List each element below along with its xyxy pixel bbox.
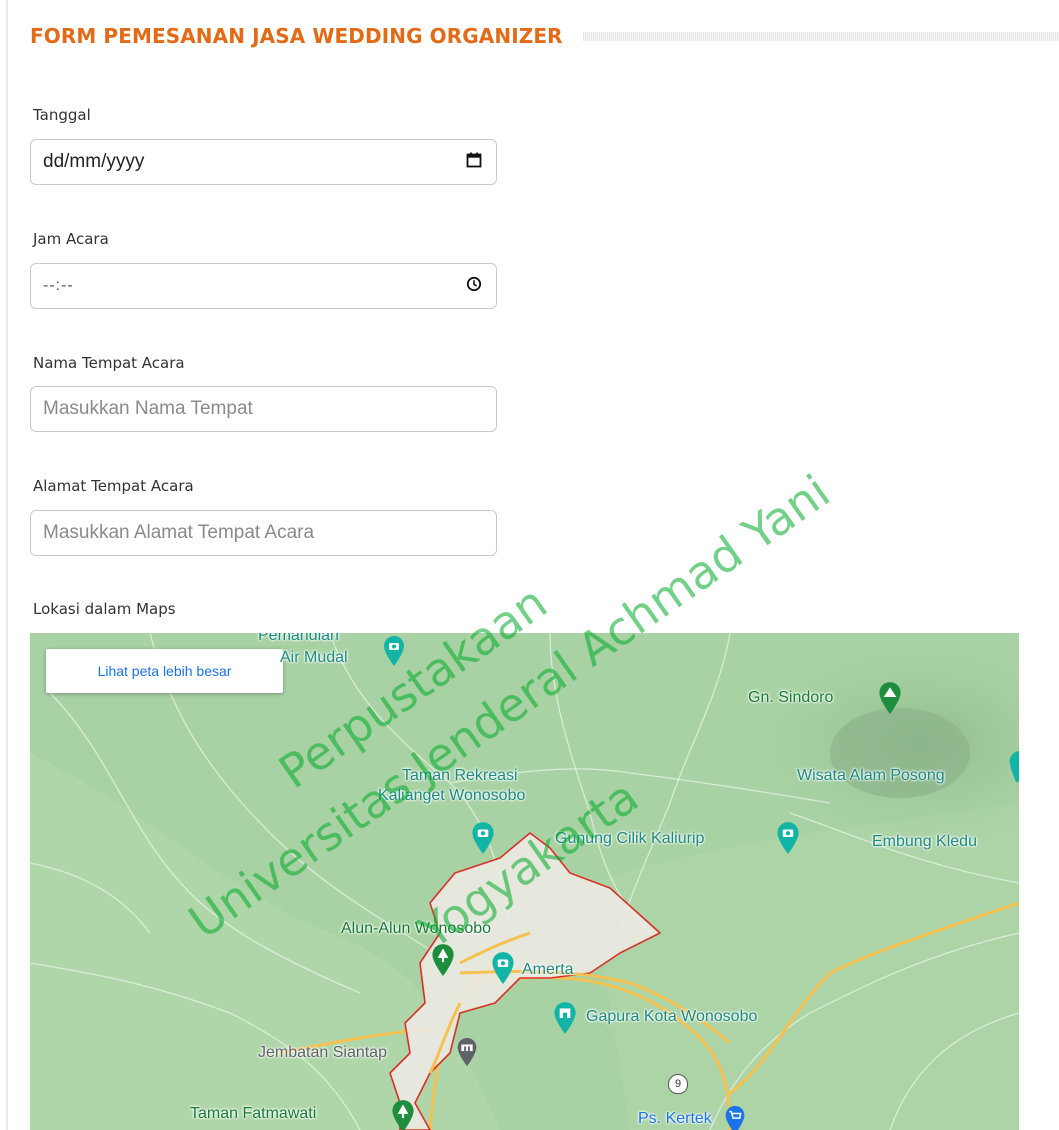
camera-poi-icon[interactable] xyxy=(1009,749,1019,783)
gapura-label: Gapura Kota Wonosobo xyxy=(586,1008,758,1025)
map-embed[interactable]: Lihat peta lebih besar 9 Pemandian Air M… xyxy=(30,633,1019,1130)
alamat-tempat-input[interactable] xyxy=(43,522,482,544)
camera-poi-icon[interactable] xyxy=(470,821,496,855)
alamat-tempat-label: Alamat Tempat Acara xyxy=(33,477,194,495)
gn-sindoro-label: Gn. Sindoro xyxy=(748,689,834,706)
tanggal-date-input[interactable]: dd/mm/yyyy xyxy=(30,139,497,185)
jam-acara-label: Jam Acara xyxy=(33,230,109,248)
camera-poi-icon[interactable] xyxy=(490,951,516,985)
landmark-poi-icon[interactable] xyxy=(552,1001,578,1035)
map-terrain xyxy=(30,633,1019,1130)
taman-rekreasi-label: Taman Rekreasi xyxy=(402,767,518,784)
wisata-alam-posong-label: Wisata Alam Posong xyxy=(797,767,945,784)
camera-poi-icon[interactable] xyxy=(775,821,801,855)
amerta-label: Amerta xyxy=(522,961,574,978)
camera-poi-icon[interactable] xyxy=(382,635,406,667)
view-larger-map-button[interactable]: Lihat peta lebih besar xyxy=(46,649,283,693)
tanggal-label: Tanggal xyxy=(33,106,91,124)
park-poi-icon[interactable] xyxy=(430,943,456,977)
alun-alun-label: Alun-Alun Wonosobo xyxy=(341,920,492,937)
clock-icon[interactable] xyxy=(466,276,482,297)
form-title: FORM PEMESANAN JASA WEDDING ORGANIZER xyxy=(30,24,563,48)
pemandian-label: Pemandian xyxy=(258,633,339,644)
nama-tempat-field[interactable] xyxy=(30,386,497,432)
embung-kledu-label: Embung Kledu xyxy=(872,833,977,850)
bridge-poi-icon[interactable] xyxy=(455,1037,479,1067)
park-poi-icon[interactable] xyxy=(390,1099,416,1130)
taman-fatmawati-label: Taman Fatmawati xyxy=(190,1105,317,1122)
nama-tempat-input[interactable] xyxy=(43,398,482,420)
form-header: FORM PEMESANAN JASA WEDDING ORGANIZER xyxy=(30,18,1059,54)
jam-acara-value: --:-- xyxy=(43,277,74,294)
left-border xyxy=(6,0,8,1130)
shopping-poi-icon[interactable] xyxy=(722,1105,748,1130)
kalianget-label: Kalianget Wonosobo xyxy=(378,787,526,804)
tanggal-value: dd/mm/yyyy xyxy=(43,151,145,172)
ps-kertek-label: Ps. Kertek xyxy=(638,1110,712,1127)
jembatan-siantap-label: Jembatan Siantap xyxy=(258,1044,387,1061)
title-divider xyxy=(582,31,1059,41)
mountain-poi-icon[interactable] xyxy=(877,681,903,715)
calendar-icon[interactable] xyxy=(466,152,482,173)
jam-acara-time-input[interactable]: --:-- xyxy=(30,263,497,309)
nama-tempat-label: Nama Tempat Acara xyxy=(33,354,185,372)
road-number-badge: 9 xyxy=(668,1074,688,1094)
air-mudal-label: Air Mudal xyxy=(280,649,348,666)
gunung-cilik-label: Gunung Cilik Kaliurip xyxy=(555,830,705,847)
lokasi-maps-label: Lokasi dalam Maps xyxy=(33,600,176,618)
alamat-tempat-field[interactable] xyxy=(30,510,497,556)
